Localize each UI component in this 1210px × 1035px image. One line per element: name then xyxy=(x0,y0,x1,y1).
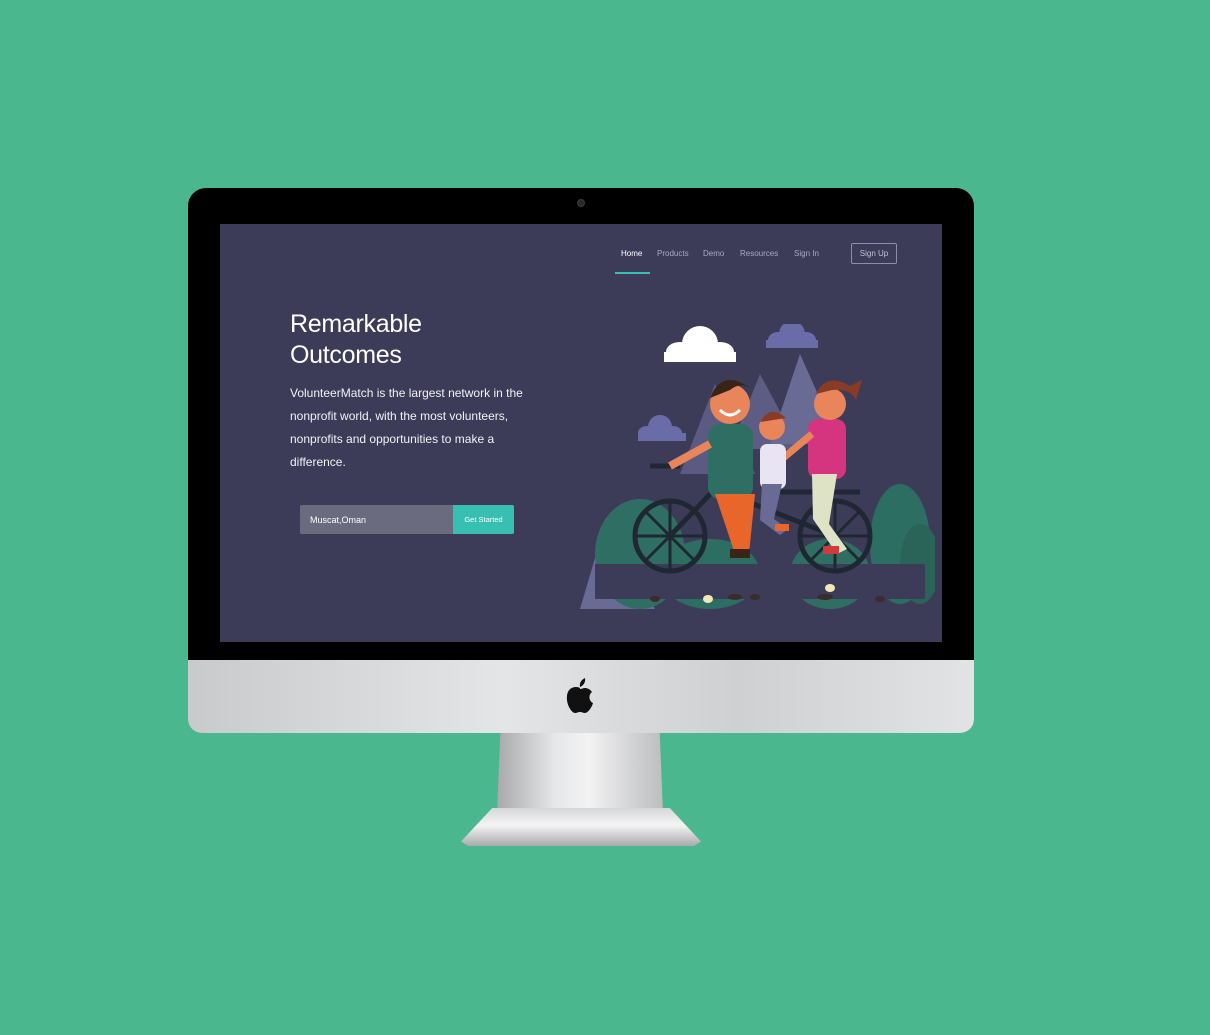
nav-home[interactable]: Home xyxy=(621,249,642,258)
hero-title: Remarkable Outcomes xyxy=(290,309,510,371)
monitor-chin xyxy=(188,660,974,733)
monitor-stand xyxy=(497,733,663,813)
cloud-white xyxy=(664,326,736,362)
active-tab-indicator xyxy=(615,272,650,274)
hero-description: VolunteerMatch is the largest network in… xyxy=(290,386,523,469)
nav-demo[interactable]: Demo xyxy=(703,249,724,258)
family-bicycle-illustration xyxy=(580,324,935,609)
location-input[interactable] xyxy=(300,505,453,534)
sign-up-button[interactable]: Sign Up xyxy=(851,243,897,264)
monitor-bezel: Home Products Demo Resources Sign In Sig… xyxy=(188,188,974,662)
nav-sign-in[interactable]: Sign In xyxy=(794,249,819,258)
hero-title-line2: Outcomes xyxy=(290,341,402,369)
nav-resources[interactable]: Resources xyxy=(740,249,778,258)
cloud-blue xyxy=(766,324,818,348)
webcam xyxy=(577,199,585,207)
hero-title-line1: Remarkable xyxy=(290,310,422,338)
apple-logo-icon xyxy=(566,678,593,713)
nav-products[interactable]: Products xyxy=(657,249,689,258)
website-screen: Home Products Demo Resources Sign In Sig… xyxy=(220,224,942,642)
monitor-stand-foot xyxy=(461,808,701,846)
get-started-button[interactable]: Get Started xyxy=(453,505,514,534)
